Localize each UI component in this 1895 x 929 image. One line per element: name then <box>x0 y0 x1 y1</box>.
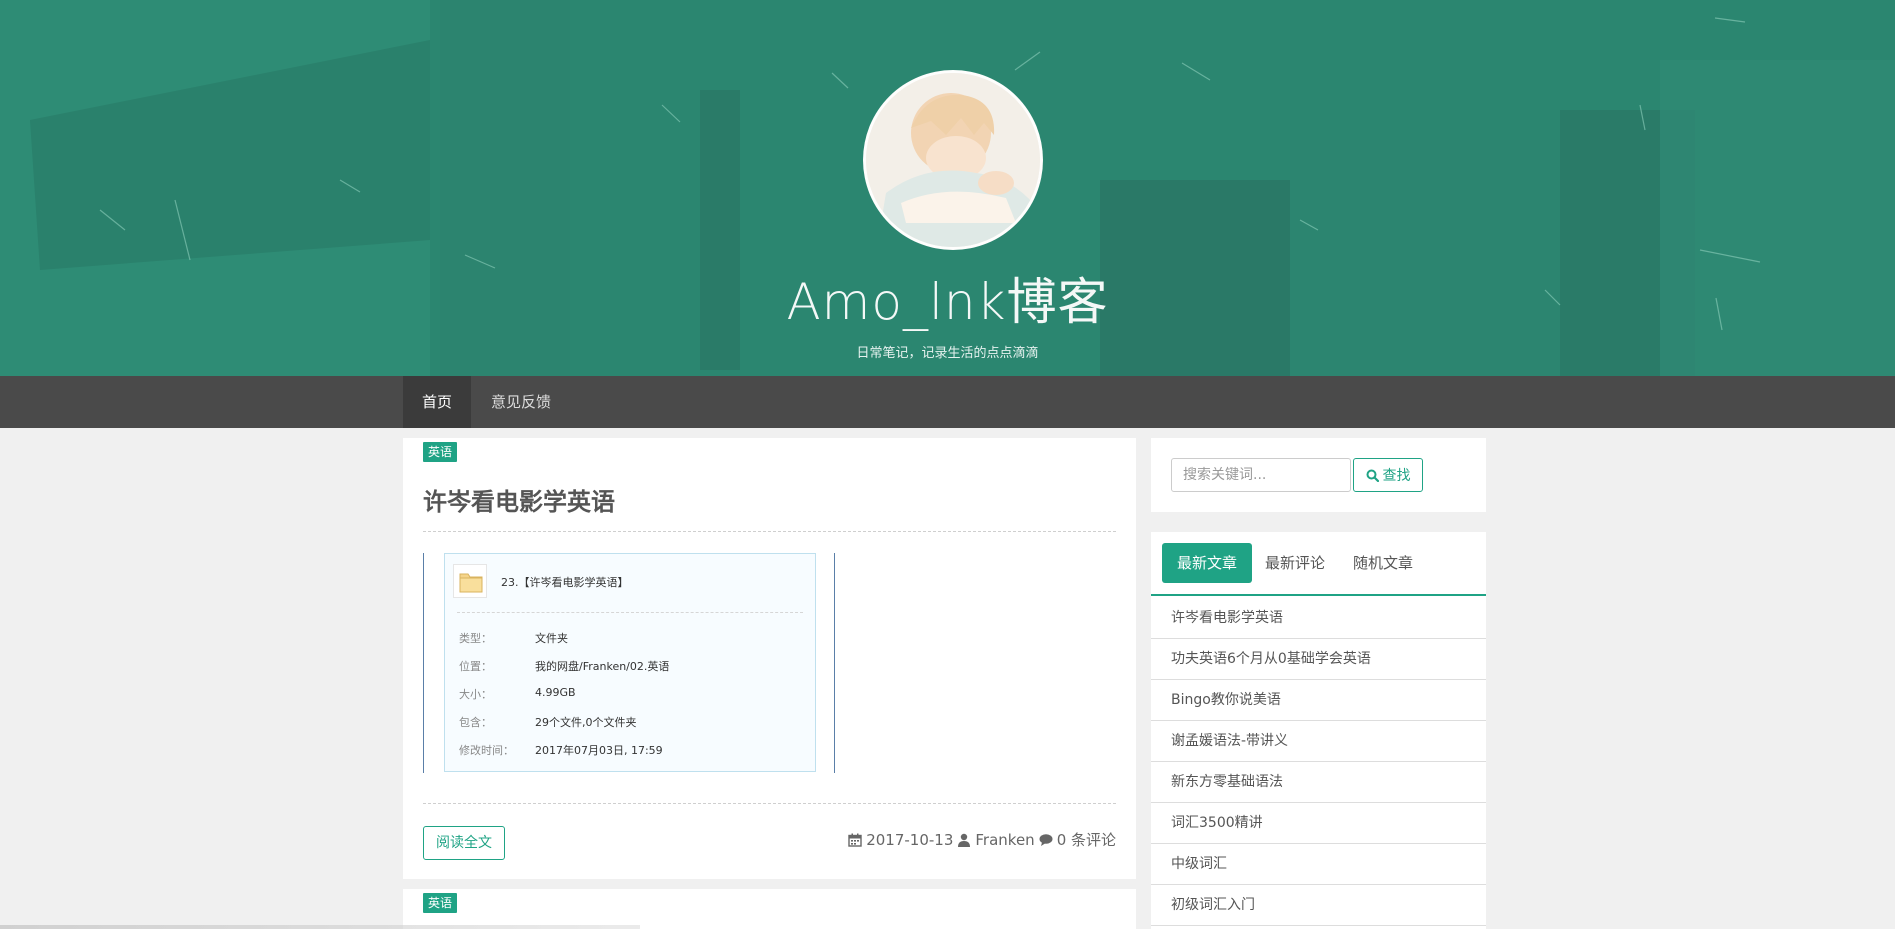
post-author[interactable]: Franken <box>975 831 1034 849</box>
divider <box>423 803 1116 804</box>
list-item[interactable]: 新东方零基础语法 <box>1151 762 1486 803</box>
share-preview: 23.【许岑看电影学英语】 类型： 文件夹 位置： 我的网盘/Franken/0… <box>423 553 835 773</box>
category-tag[interactable]: 英语 <box>423 893 458 913</box>
share-value-type: 文件夹 <box>535 632 568 645</box>
category-tag[interactable]: 英语 <box>423 442 458 462</box>
calendar-icon <box>848 833 862 847</box>
read-more-button[interactable]: 阅读全文 <box>423 826 505 860</box>
main-nav: 首页 意见反馈 <box>0 376 1895 428</box>
list-item[interactable]: 中级词汇 <box>1151 844 1486 885</box>
share-key-type: 类型： <box>459 632 492 645</box>
share-value-modified: 2017年07月03日, 17:59 <box>535 744 663 757</box>
comment-icon <box>1039 833 1053 846</box>
share-divider <box>457 612 803 613</box>
share-key-modified: 修改时间： <box>459 744 514 757</box>
nav-item-feedback[interactable]: 意见反馈 <box>472 376 570 428</box>
share-value-size: 4.99GB <box>535 686 576 699</box>
share-key-size: 大小： <box>459 688 492 701</box>
post-title[interactable]: 许岑看电影学英语 <box>423 482 615 517</box>
post-meta: 2017-10-13 Franken 0 条评论 <box>848 829 1116 850</box>
tab-random-posts[interactable]: 随机文章 <box>1338 543 1428 583</box>
search-button-label: 查找 <box>1382 468 1411 484</box>
post-comments[interactable]: 0 条评论 <box>1057 829 1116 850</box>
nav-item-home[interactable]: 首页 <box>403 376 472 428</box>
share-value-location: 我的网盘/Franken/02.英语 <box>535 660 670 673</box>
search-button[interactable]: 查找 <box>1353 458 1423 492</box>
tab-bar: 最新文章 最新评论 随机文章 <box>1151 532 1486 596</box>
list-item[interactable]: Bingo教你说美语 <box>1151 680 1486 721</box>
share-panel: 23.【许岑看电影学英语】 类型： 文件夹 位置： 我的网盘/Franken/0… <box>444 553 816 772</box>
search-input[interactable]: 搜索关键词... <box>1171 458 1351 492</box>
site-header: Amo_lnk博客 日常笔记，记录生活的点点滴滴 <box>0 0 1895 376</box>
user-icon <box>958 833 971 847</box>
folder-icon <box>453 564 487 598</box>
share-key-location: 位置： <box>459 660 492 673</box>
avatar[interactable] <box>863 70 1043 250</box>
list-item[interactable]: 许岑看电影学英语 <box>1151 598 1486 639</box>
site-subtitle: 日常笔记，记录生活的点点滴滴 <box>856 346 1039 361</box>
search-widget: 搜索关键词... <box>1151 438 1486 512</box>
divider <box>423 531 1116 532</box>
post-card: 英语 许岑看电影学英语 23.【许岑看电影学英语】 类型： 文件夹 位置： 我的… <box>403 438 1136 879</box>
share-key-contains: 包含： <box>459 716 492 729</box>
horizontal-scrollbar[interactable] <box>0 925 640 929</box>
avatar-image <box>866 73 1040 247</box>
list-item[interactable]: 功夫英语6个月从0基础学会英语 <box>1151 639 1486 680</box>
share-value-contains: 29个文件,0个文件夹 <box>535 716 637 729</box>
tab-latest-comments[interactable]: 最新评论 <box>1250 543 1340 583</box>
list-item[interactable]: 初级词汇入门 <box>1151 885 1486 926</box>
post-card: 英语 <box>403 889 1136 929</box>
list-item[interactable]: 词汇3500精讲 <box>1151 803 1486 844</box>
articles-widget: 最新文章 最新评论 随机文章 许岑看电影学英语 功夫英语6个月从0基础学会英语 … <box>1151 532 1486 929</box>
list-item[interactable]: 谢孟媛语法-带讲义 <box>1151 721 1486 762</box>
tab-latest-posts[interactable]: 最新文章 <box>1162 543 1253 583</box>
site-title[interactable]: Amo_lnk博客 <box>0 262 1895 334</box>
post-date: 2017-10-13 <box>866 830 954 849</box>
search-icon <box>1366 469 1379 482</box>
folder-name: 23.【许岑看电影学英语】 <box>501 576 629 589</box>
